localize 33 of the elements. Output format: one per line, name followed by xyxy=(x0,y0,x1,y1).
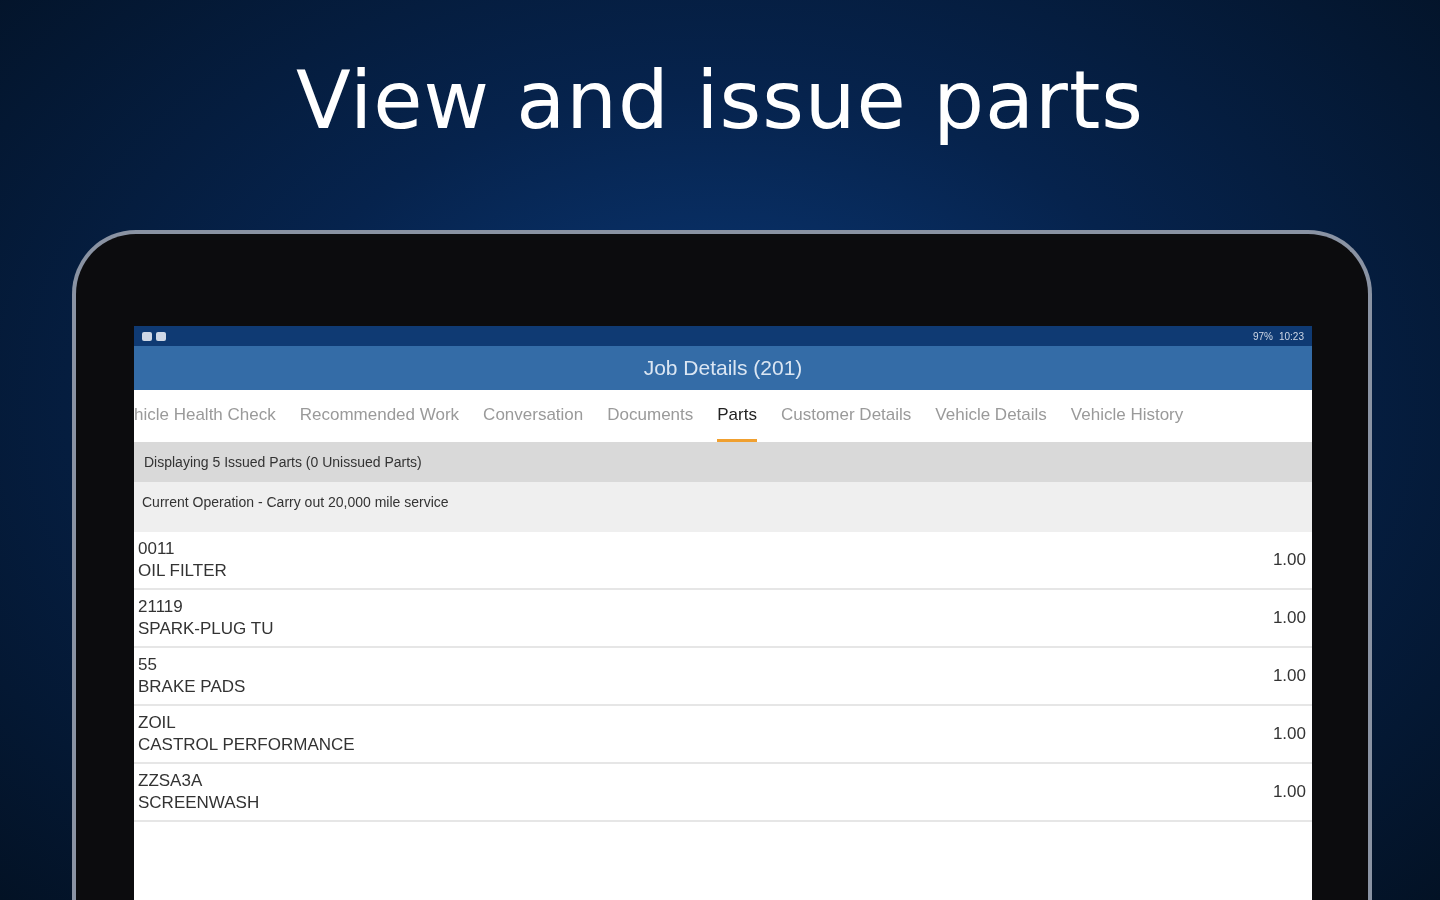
tab[interactable]: Vehicle Details xyxy=(935,390,1047,442)
tab[interactable]: Documents xyxy=(607,390,694,442)
part-name: OIL FILTER xyxy=(138,561,227,581)
part-code: 0011 xyxy=(138,539,176,559)
part-code: 55 xyxy=(138,655,158,675)
part-quantity: 1.00 xyxy=(1272,666,1307,686)
tab[interactable]: Customer Details xyxy=(780,390,912,442)
tab[interactable]: Recommended Work xyxy=(299,390,460,442)
part-row[interactable]: ZZSA3A SCREENWASH 1.00 xyxy=(134,764,1312,822)
part-quantity: 1.00 xyxy=(1272,550,1307,570)
battery-level: 97% xyxy=(1252,330,1273,342)
part-quantity: 1.00 xyxy=(1272,782,1307,802)
part-name: SPARK-PLUG TU xyxy=(138,619,274,639)
part-code: ZZSA3A xyxy=(138,771,204,791)
part-row[interactable]: 55 BRAKE PADS 1.00 xyxy=(134,648,1312,706)
part-row[interactable]: ZOIL CASTROL PERFORMANCE 1.00 xyxy=(134,706,1312,764)
screen-title: Job Details (201) xyxy=(643,356,803,380)
tab[interactable]: hicle Health Check xyxy=(134,390,276,442)
part-name: CASTROL PERFORMANCE xyxy=(138,735,355,755)
part-code: 21119 xyxy=(138,597,184,617)
part-row[interactable]: 21119 SPARK-PLUG TU 1.00 xyxy=(134,590,1312,648)
part-name: SCREENWASH xyxy=(138,793,260,813)
clock: 10:23 xyxy=(1278,330,1304,342)
part-quantity: 1.00 xyxy=(1272,608,1307,628)
summary-text: Displaying 5 Issued Parts (0 Unissued Parts) xyxy=(134,442,1312,482)
part-quantity: 1.00 xyxy=(1272,724,1307,744)
part-row[interactable]: 0011 OIL FILTER 1.00 xyxy=(134,532,1312,590)
operation-text: Current Operation - Carry out 20,000 mile service xyxy=(134,482,1312,532)
tab[interactable]: Vehicle History xyxy=(1070,390,1184,442)
tab[interactable]: Conversation xyxy=(483,390,584,442)
part-name: BRAKE PADS xyxy=(138,677,246,697)
part-code: ZOIL xyxy=(138,713,177,733)
headline: View and issue parts xyxy=(296,53,1144,147)
